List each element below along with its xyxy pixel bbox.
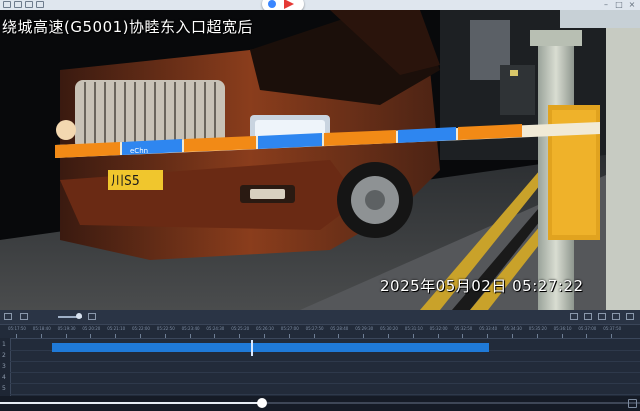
fullscreen-icon[interactable] (628, 399, 637, 408)
progress-handle[interactable] (257, 398, 268, 408)
ruler-tick-label: 05:27:50 (305, 326, 324, 331)
ruler-tick-label: 05:23:40 (181, 326, 200, 331)
ruler-tick (462, 334, 464, 338)
ruler-tick (264, 334, 265, 338)
ruler-tick (388, 334, 389, 338)
snapshot-icon[interactable] (14, 1, 22, 8)
ruler-tick (65, 334, 67, 338)
timeline-toolbar (0, 310, 640, 325)
track-number: 1 (2, 341, 6, 348)
ruler-tick-label: 05:34:30 (504, 326, 522, 331)
zoom-in-icon[interactable] (88, 313, 96, 320)
ruler-tick (512, 334, 513, 338)
track-number: 2 (2, 352, 6, 359)
ruler-tick-label: 05:31:10 (404, 326, 423, 331)
ruler-tick (313, 334, 315, 338)
ruler-tick-label: 05:27:00 (280, 326, 299, 331)
ruler-tick (90, 334, 92, 338)
ruler-tick-label: 05:35:20 (528, 326, 547, 331)
ruler-tick (140, 334, 141, 338)
ruler-tick (412, 334, 414, 338)
ruler-tick-label: 05:17:50 (8, 326, 26, 331)
track-number: 4 (2, 374, 6, 381)
ruler-tick (288, 334, 290, 338)
ruler-tick-label: 05:33:40 (479, 326, 498, 331)
ruler-tick (338, 334, 340, 338)
download-icon[interactable] (584, 313, 592, 320)
ruler-tick-label: 05:21:10 (107, 326, 126, 331)
track-number: 3 (2, 363, 6, 370)
ruler-tick (437, 334, 439, 338)
sync-icon[interactable] (20, 313, 28, 320)
window-icon[interactable] (3, 1, 11, 8)
progress-fill (0, 402, 263, 404)
ruler-tick-label: 05:22:50 (156, 326, 175, 331)
ruler-tick (561, 334, 563, 338)
time-ruler[interactable]: 05:17:50 05:18:40 05:19:30 05:20:20 05:21:10… (8, 324, 640, 339)
license-plate-text: 川S5 (111, 174, 140, 189)
ruler-tick (40, 334, 42, 338)
ruler-tick (487, 334, 489, 338)
ruler-tick (189, 334, 191, 338)
ruler-tick-label: 05:18:40 (32, 326, 51, 331)
ruler-tick-label: 05:36:10 (553, 326, 572, 331)
ruler-tick-label: 05:22:00 (132, 326, 150, 331)
camera-title-overlay: 绕城高速(G5001)协睦东入口超宽后 (2, 18, 254, 36)
ruler-tick (586, 334, 588, 338)
ruler-tick-label: 05:19:30 (57, 326, 76, 331)
ruler-tick (536, 334, 538, 338)
minimize-button[interactable]: – (600, 0, 612, 10)
ruler-tick (115, 334, 117, 338)
maximize-button[interactable]: □ (613, 0, 625, 10)
settings-icon[interactable] (612, 313, 620, 320)
ruler-tick (239, 334, 241, 338)
video-player[interactable]: 川S5 eChn 绕城高速(G5001)协睦东入口超宽后 2025年05月02日… (0, 10, 640, 310)
ruler-tick-label: 05:25:20 (231, 326, 250, 331)
playback-timeline[interactable]: 05:17:50 05:18:40 05:19:30 05:20:20 05:21:10… (0, 310, 640, 396)
ruler-tick-label: 05:32:00 (429, 326, 448, 331)
ruler-tick-label: 05:20:20 (82, 326, 101, 331)
ruler-tick-label: 05:29:30 (355, 326, 374, 331)
ruler-tick-label: 05:30:20 (380, 326, 398, 331)
ruler-tick (214, 334, 216, 338)
ruler-tick-label: 05:26:10 (256, 326, 274, 331)
close-button[interactable]: × (626, 0, 638, 10)
ruler-tick (16, 334, 17, 338)
timeline-playhead[interactable] (251, 340, 253, 356)
ruler-tick-label: 05:28:40 (330, 326, 349, 331)
ruler-tick (611, 334, 613, 338)
top-toolbar: – □ × (0, 0, 640, 10)
ruler-tick-label: 05:37:00 (578, 326, 597, 331)
play-icon[interactable] (284, 0, 294, 9)
ruler-tick-label: 05:24:30 (206, 326, 225, 331)
expand-icon[interactable] (626, 313, 634, 320)
track-row[interactable] (10, 383, 640, 395)
camera-scene: 川S5 eChn (0, 10, 640, 310)
camera-timestamp-overlay: 2025年05月02日 05:27:22 (380, 277, 584, 295)
ruler-tick-label: 05:32:50 (454, 326, 473, 331)
filter-icon[interactable] (570, 313, 578, 320)
barrier-stripe-text: eChn (130, 147, 148, 155)
live-indicator-icon (268, 0, 276, 8)
ruler-tick (164, 334, 166, 338)
layout-icon[interactable] (36, 1, 44, 8)
list-icon[interactable] (598, 313, 606, 320)
recording-segment[interactable] (52, 343, 489, 352)
record-icon[interactable] (25, 1, 33, 8)
zoom-slider-handle[interactable] (76, 313, 82, 319)
ruler-tick-label: 05:37:50 (603, 326, 622, 331)
playback-progress-bar[interactable] (0, 396, 640, 411)
track-number: 5 (2, 385, 6, 392)
grid-icon[interactable] (4, 313, 12, 320)
ruler-tick (363, 334, 365, 338)
